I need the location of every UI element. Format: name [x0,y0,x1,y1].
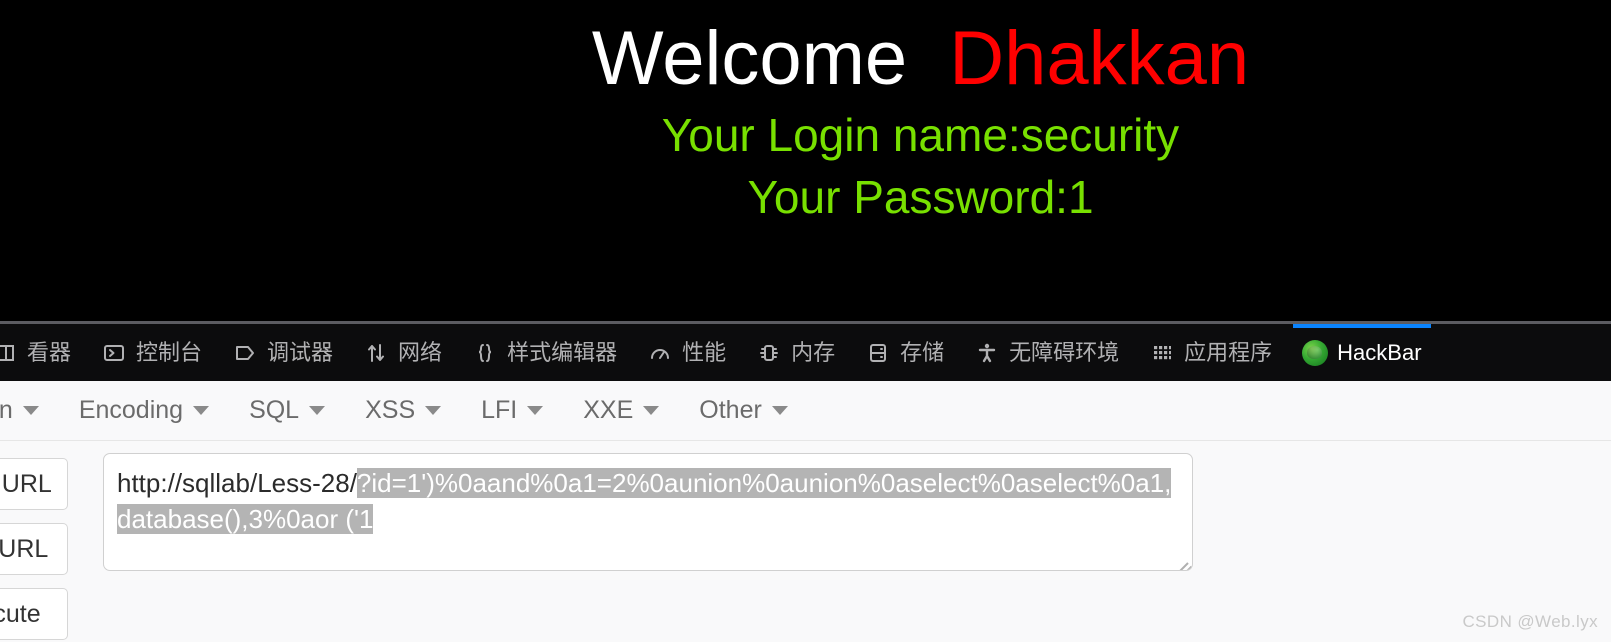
devtools-tab-label: 存储 [900,339,945,365]
devtools-tab-accessibility[interactable]: 无障碍环境 [959,324,1134,381]
performance-icon [647,340,673,366]
hackbar-menu-sql[interactable]: SQL [229,396,345,425]
hackbar-icon [1302,339,1329,366]
debugger-icon [232,340,258,366]
storage-icon [865,340,891,366]
chevron-down-icon [527,406,544,415]
devtools-tab-label: HackBar [1337,339,1422,365]
chevron-down-icon [643,406,660,415]
devtools-tab-label: 网络 [398,339,443,365]
chevron-down-icon [309,406,326,415]
chevron-down-icon [193,406,210,415]
page-content-area: Welcome Dhakkan Your Login name:security … [0,0,1611,321]
password-line: Your Password:1 [747,170,1094,223]
memory-icon [756,340,782,366]
chevron-down-icon [425,406,442,415]
style-editor-icon [472,340,498,366]
hackbar-menu-other[interactable]: Other [679,396,808,425]
welcome-word: Welcome [591,16,908,101]
devtools-tab-console[interactable]: 控制台 [86,324,217,381]
hackbar-menubar: on Encoding SQL XSS LFI [0,381,1611,441]
user-word: Dhakkan [949,16,1250,101]
devtools-tab-label: 调试器 [267,339,334,365]
hackbar-menu-label: Encoding [78,396,184,424]
hackbar-menu-encoding[interactable]: Encoding [59,396,229,425]
network-icon [363,340,389,366]
devtools-tab-style-editor[interactable]: 样式编辑器 [457,324,632,381]
devtools-tab-label: 应用程序 [1184,339,1273,365]
console-icon [101,340,127,366]
hackbar-menu-label: SQL [249,396,300,424]
url-input[interactable]: http://sqllab/Less-28/?id=1')%0aand%0a1=… [103,453,1193,571]
devtools-tab-debugger[interactable]: 调试器 [217,324,348,381]
devtools-tab-label: 性能 [682,339,727,365]
hackbar-menu-label: XXE [583,396,634,424]
devtools-tabbar: 看器 控制台 调试器 网络 样式编辑器 性能 内存 存储 无障碍环境 应用程序 … [0,324,1611,381]
devtools-tab-storage[interactable]: 存储 [850,324,959,381]
page-content-inner: Welcome Dhakkan Your Login name:security … [0,14,1611,228]
devtools-panel: 看器 控制台 调试器 网络 样式编辑器 性能 内存 存储 无障碍环境 应用程序 … [0,321,1611,642]
hackbar-menu-label: Other [699,396,762,424]
accessibility-icon [974,340,1000,366]
devtools-tab-label: 看器 [27,339,72,365]
hackbar-menu-label: LFI [481,396,518,424]
devtools-tab-inspector[interactable]: 看器 [0,324,86,381]
devtools-tab-performance[interactable]: 性能 [632,324,741,381]
hackbar-menu-label: on [0,396,13,424]
watermark: CSDN @Web.lyx [1462,612,1598,631]
devtools-tab-network[interactable]: 网络 [348,324,457,381]
devtools-tab-label: 内存 [791,339,836,365]
split-url-button[interactable]: Split URL [0,523,68,575]
hackbar-body: Load URL Split URL Execute http://sqllab… [0,441,1611,640]
hackbar-panel: on Encoding SQL XSS LFI [0,381,1611,642]
devtools-tab-application[interactable]: 应用程序 [1134,324,1287,381]
screen-root: Welcome Dhakkan Your Login name:security … [0,0,1611,642]
hackbar-menu-execution[interactable]: on [0,396,59,425]
login-name-line: Your Login name:security [661,108,1180,161]
chevron-down-icon [22,406,39,415]
hackbar-menu-xss[interactable]: XSS [345,396,461,425]
devtools-tab-memory[interactable]: 内存 [741,324,850,381]
textarea-resize-handle[interactable] [1171,549,1192,570]
url-prefix-text: http://sqllab/Less-28/ [117,468,357,498]
hackbar-url-wrap: http://sqllab/Less-28/?id=1')%0aand%0a1=… [103,453,1193,571]
chevron-down-icon [771,406,788,415]
devtools-tab-hackbar[interactable]: HackBar [1287,324,1436,381]
devtools-tab-label: 无障碍环境 [1009,339,1120,365]
execute-button[interactable]: Execute [0,588,68,640]
hackbar-menu-label: XSS [365,396,416,424]
devtools-tab-label: 控制台 [136,339,203,365]
hackbar-menu-xxe[interactable]: XXE [563,396,679,425]
load-url-button[interactable]: Load URL [0,458,68,510]
hackbar-menu-lfi[interactable]: LFI [461,396,563,425]
application-icon [1149,340,1175,366]
inspector-icon [0,340,18,366]
devtools-tab-label: 样式编辑器 [507,339,618,365]
welcome-heading: Welcome Dhakkan [0,14,1611,104]
